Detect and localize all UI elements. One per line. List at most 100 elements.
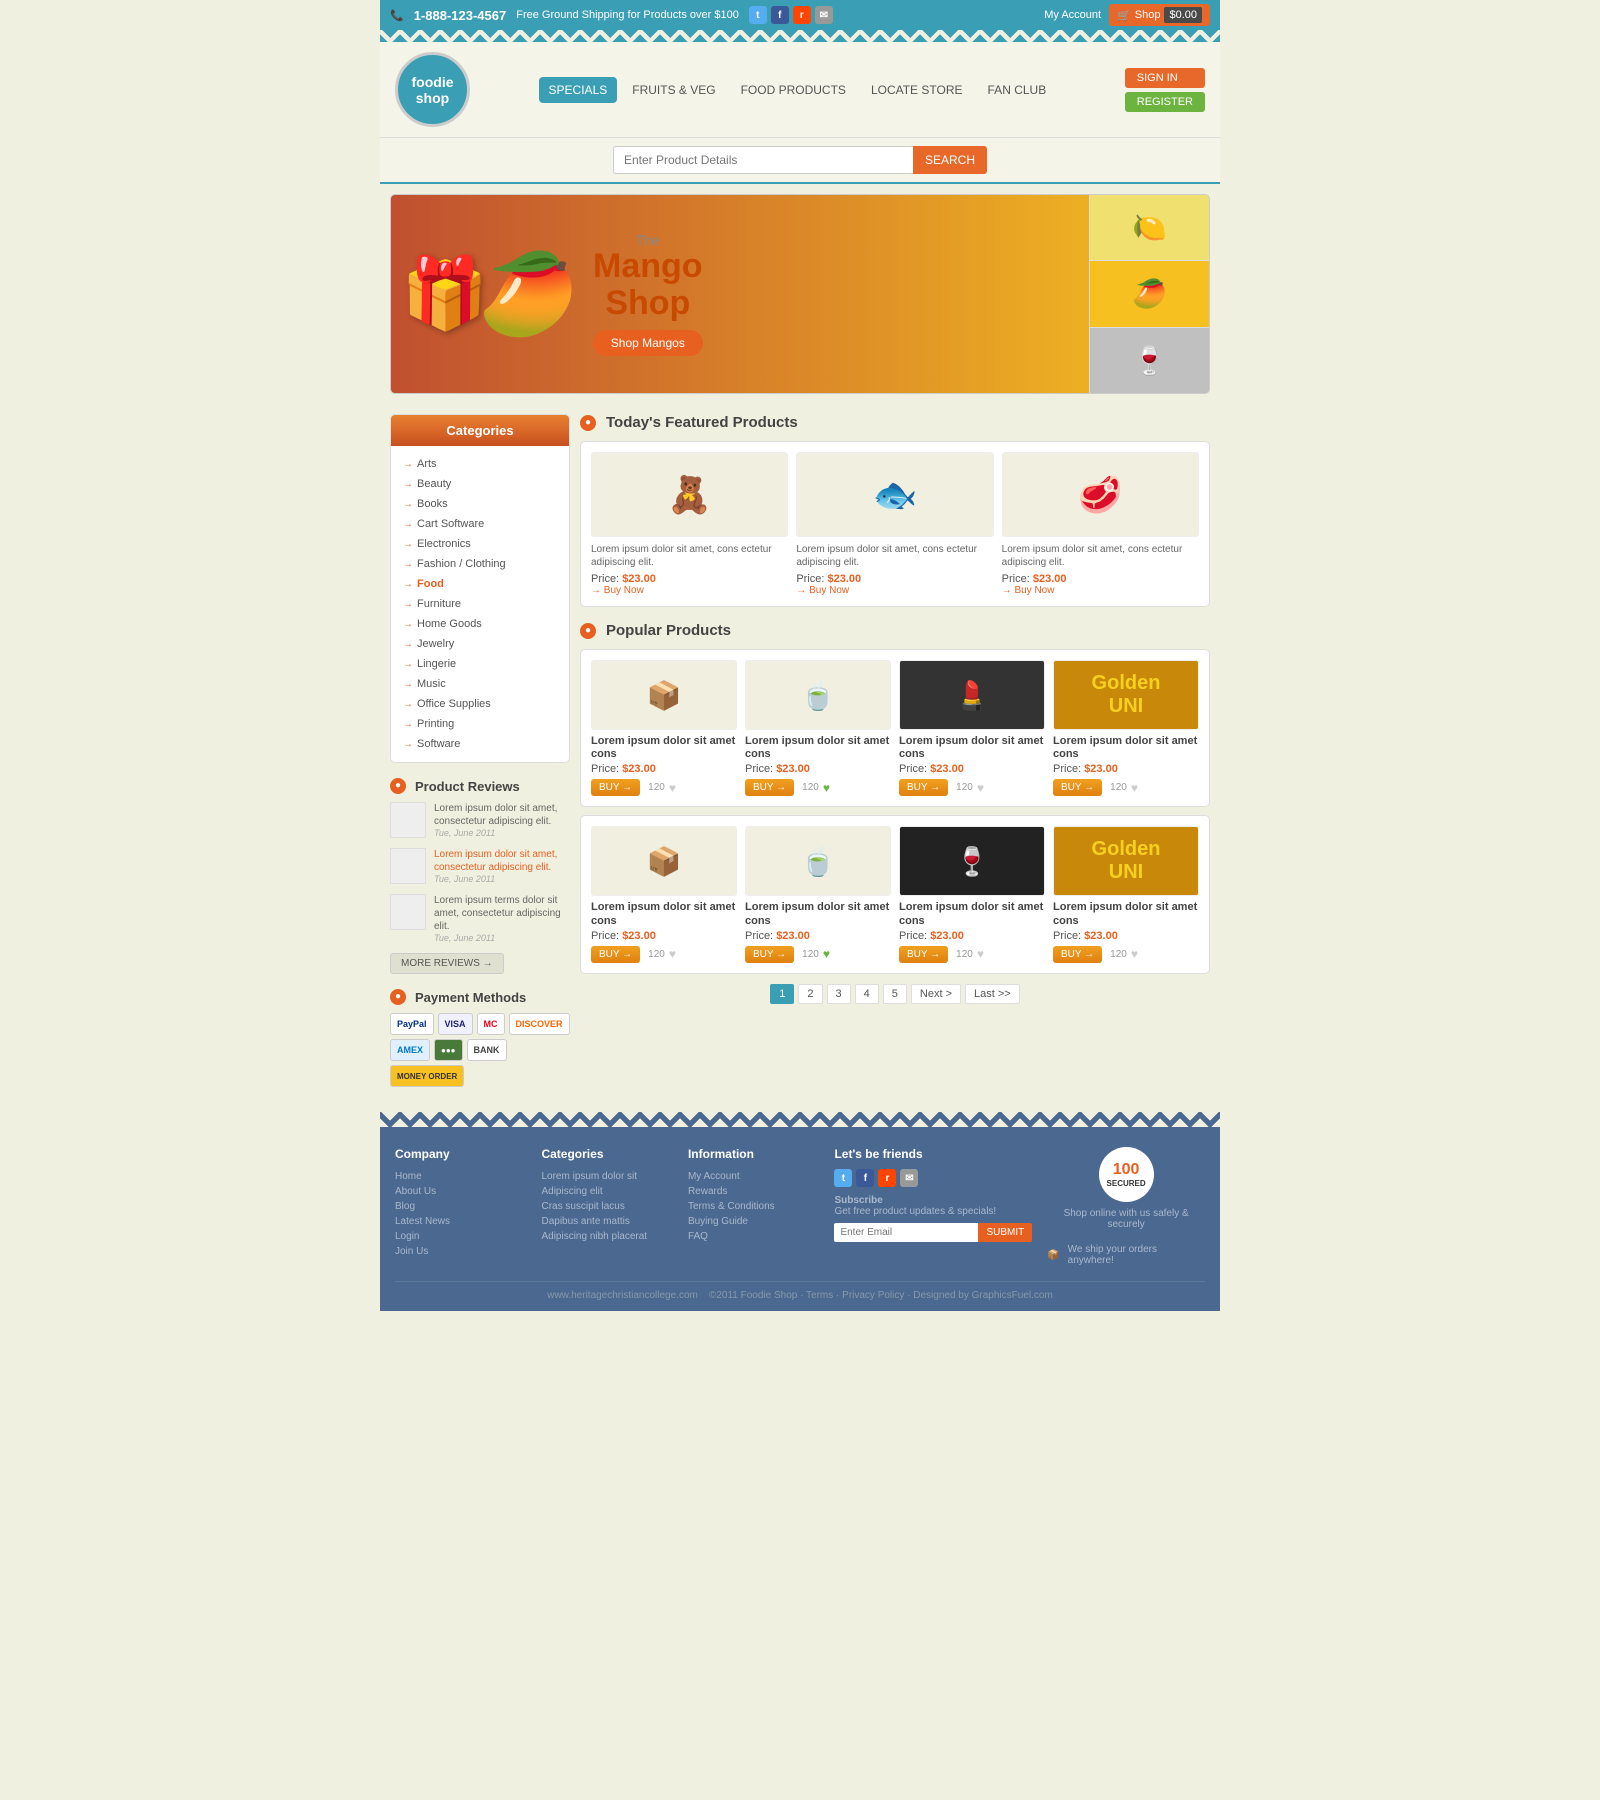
footer-link-join[interactable]: Join Us	[395, 1244, 526, 1259]
nav-fruits[interactable]: FRUITS & VEG	[622, 77, 725, 103]
footer-email-input[interactable]	[834, 1223, 978, 1242]
review-item-3: Lorem ipsum terms dolor sit amet, consec…	[390, 894, 570, 943]
heart-icon-2-4[interactable]: ♥	[1131, 947, 1138, 961]
page-1[interactable]: 1	[770, 984, 794, 1004]
footer-cat-link-3[interactable]: Cras suscipit lacus	[541, 1199, 672, 1214]
footer-link-news[interactable]: Latest News	[395, 1214, 526, 1229]
cat-beauty[interactable]: → Beauty	[391, 474, 569, 494]
page-4[interactable]: 4	[855, 984, 879, 1004]
footer-cat-link-4[interactable]: Dapibus ante mattis	[541, 1214, 672, 1229]
nav-food-products[interactable]: FOOD PRODUCTS	[731, 77, 856, 103]
popular-buy-2-2[interactable]: BUY →	[745, 946, 794, 963]
zigzag-divider-top	[380, 30, 1220, 42]
popular-buy-1-3[interactable]: BUY →	[899, 779, 948, 796]
popular-buy-1-1[interactable]: BUY →	[591, 779, 640, 796]
cat-software[interactable]: → Software	[391, 734, 569, 754]
footer-email-icon[interactable]: ✉	[900, 1169, 918, 1187]
popular-product-2-2: 🍵 Lorem ipsum dolor sit amet cons Price:…	[745, 826, 891, 962]
popular-buy-2-3[interactable]: BUY →	[899, 946, 948, 963]
popular-product-2-1: 📦 Lorem ipsum dolor sit amet cons Price:…	[591, 826, 737, 962]
cat-cart-software[interactable]: → Cart Software	[391, 514, 569, 534]
footer-link-about[interactable]: About Us	[395, 1184, 526, 1199]
nav-specials[interactable]: SPECIALS	[539, 77, 618, 103]
page-5[interactable]: 5	[883, 984, 907, 1004]
page-last[interactable]: Last >>	[965, 984, 1020, 1004]
sign-in-button[interactable]: SIGN IN	[1125, 68, 1205, 88]
heart-icon-1-3[interactable]: ♥	[977, 781, 984, 795]
featured-buy-1[interactable]: → Buy Now	[591, 585, 644, 596]
footer-categories-title: Categories	[541, 1147, 672, 1161]
cat-home-goods[interactable]: → Home Goods	[391, 614, 569, 634]
register-button[interactable]: REGISTER	[1125, 92, 1205, 112]
page-3[interactable]: 3	[827, 984, 851, 1004]
heart-icon-2-3[interactable]: ♥	[977, 947, 984, 961]
cat-printing[interactable]: → Printing	[391, 714, 569, 734]
ship-text: 📦 We ship your orders anywhere!	[1047, 1244, 1205, 1266]
cat-furniture[interactable]: → Furniture	[391, 594, 569, 614]
nav-locate-store[interactable]: LOCATE STORE	[861, 77, 973, 103]
popular-price-1-4: Price: $23.00	[1053, 763, 1199, 775]
footer-facebook-icon[interactable]: f	[856, 1169, 874, 1187]
cat-office-supplies[interactable]: → Office Supplies	[391, 694, 569, 714]
footer-info-link-2[interactable]: Rewards	[688, 1184, 819, 1199]
footer-cat-link-2[interactable]: Adipiscing elit	[541, 1184, 672, 1199]
cart-button[interactable]: 🛒 Shop $0.00	[1109, 4, 1210, 26]
footer-link-login[interactable]: Login	[395, 1229, 526, 1244]
footer-link-blog[interactable]: Blog	[395, 1199, 526, 1214]
popular-actions-1-4: BUY → 120 ♥	[1053, 779, 1199, 796]
cat-music[interactable]: → Music	[391, 674, 569, 694]
my-account-link[interactable]: My Account	[1044, 9, 1101, 21]
footer-cat-link-1[interactable]: Lorem ipsum dolor sit	[541, 1169, 672, 1184]
cat-electronics[interactable]: → Electronics	[391, 534, 569, 554]
cat-books[interactable]: → Books	[391, 494, 569, 514]
popular-buy-1-4[interactable]: BUY →	[1053, 779, 1102, 796]
nav-fan-club[interactable]: FAN CLUB	[978, 77, 1057, 103]
page-next[interactable]: Next >	[911, 984, 961, 1004]
heart-icon-2-2[interactable]: ♥	[823, 947, 830, 961]
product-reviews-section: ● Product Reviews Lorem ipsum dolor sit …	[390, 778, 570, 974]
footer-link-home[interactable]: Home	[395, 1169, 526, 1184]
heart-icon-1-1[interactable]: ♥	[669, 781, 676, 795]
shop-mangos-button[interactable]: Shop Mangos	[593, 330, 703, 356]
popular-buy-2-1[interactable]: BUY →	[591, 946, 640, 963]
cat-jewelry[interactable]: → Jewelry	[391, 634, 569, 654]
more-reviews-button[interactable]: MORE REVIEWS →	[390, 953, 504, 974]
popular-buy-2-4[interactable]: BUY →	[1053, 946, 1102, 963]
main-nav: SPECIALS FRUITS & VEG FOOD PRODUCTS LOCA…	[470, 77, 1125, 103]
search-button[interactable]: SEARCH	[913, 146, 987, 174]
footer-info-link-1[interactable]: My Account	[688, 1169, 819, 1184]
footer-cat-link-5[interactable]: Adipiscing nibh placerat	[541, 1229, 672, 1244]
popular-actions-2-2: BUY → 120 ♥	[745, 946, 891, 963]
popular-buy-1-2[interactable]: BUY →	[745, 779, 794, 796]
featured-buy-2[interactable]: → Buy Now	[796, 585, 849, 596]
footer-info-link-4[interactable]: Buying Guide	[688, 1214, 819, 1229]
facebook-icon[interactable]: f	[771, 6, 789, 24]
featured-products-grid: 🧸 Lorem ipsum dolor sit amet, cons ectet…	[580, 441, 1210, 607]
review-thumb-3	[390, 894, 426, 930]
logo-line2: shop	[416, 90, 449, 106]
featured-buy-3[interactable]: → Buy Now	[1002, 585, 1055, 596]
page-2[interactable]: 2	[798, 984, 822, 1004]
cat-arts[interactable]: → Arts	[391, 454, 569, 474]
logo[interactable]: foodie shop	[395, 52, 470, 127]
cat-fashion[interactable]: → Fashion / Clothing	[391, 554, 569, 574]
rss-icon[interactable]: r	[793, 6, 811, 24]
footer-rss-icon[interactable]: r	[878, 1169, 896, 1187]
footer-submit-button[interactable]: SUBMIT	[978, 1223, 1032, 1242]
footer-info-links: My Account Rewards Terms & Conditions Bu…	[688, 1169, 819, 1244]
heart-icon-2-1[interactable]: ♥	[669, 947, 676, 961]
email-icon[interactable]: ✉	[815, 6, 833, 24]
featured-title: Today's Featured Products	[606, 414, 798, 431]
cat-lingerie[interactable]: → Lingerie	[391, 654, 569, 674]
reviews-title: ● Product Reviews	[390, 778, 570, 794]
popular-img-1-3: 💄	[899, 660, 1045, 730]
footer-copyright: ©2011 Foodie Shop · Terms · Privacy Poli…	[709, 1290, 1053, 1301]
heart-icon-1-4[interactable]: ♥	[1131, 781, 1138, 795]
cat-food[interactable]: → Food	[391, 574, 569, 594]
footer-twitter-icon[interactable]: t	[834, 1169, 852, 1187]
heart-icon-1-2[interactable]: ♥	[823, 781, 830, 795]
footer-info-link-5[interactable]: FAQ	[688, 1229, 819, 1244]
footer-info-link-3[interactable]: Terms & Conditions	[688, 1199, 819, 1214]
twitter-icon[interactable]: t	[749, 6, 767, 24]
search-input[interactable]	[613, 146, 913, 174]
